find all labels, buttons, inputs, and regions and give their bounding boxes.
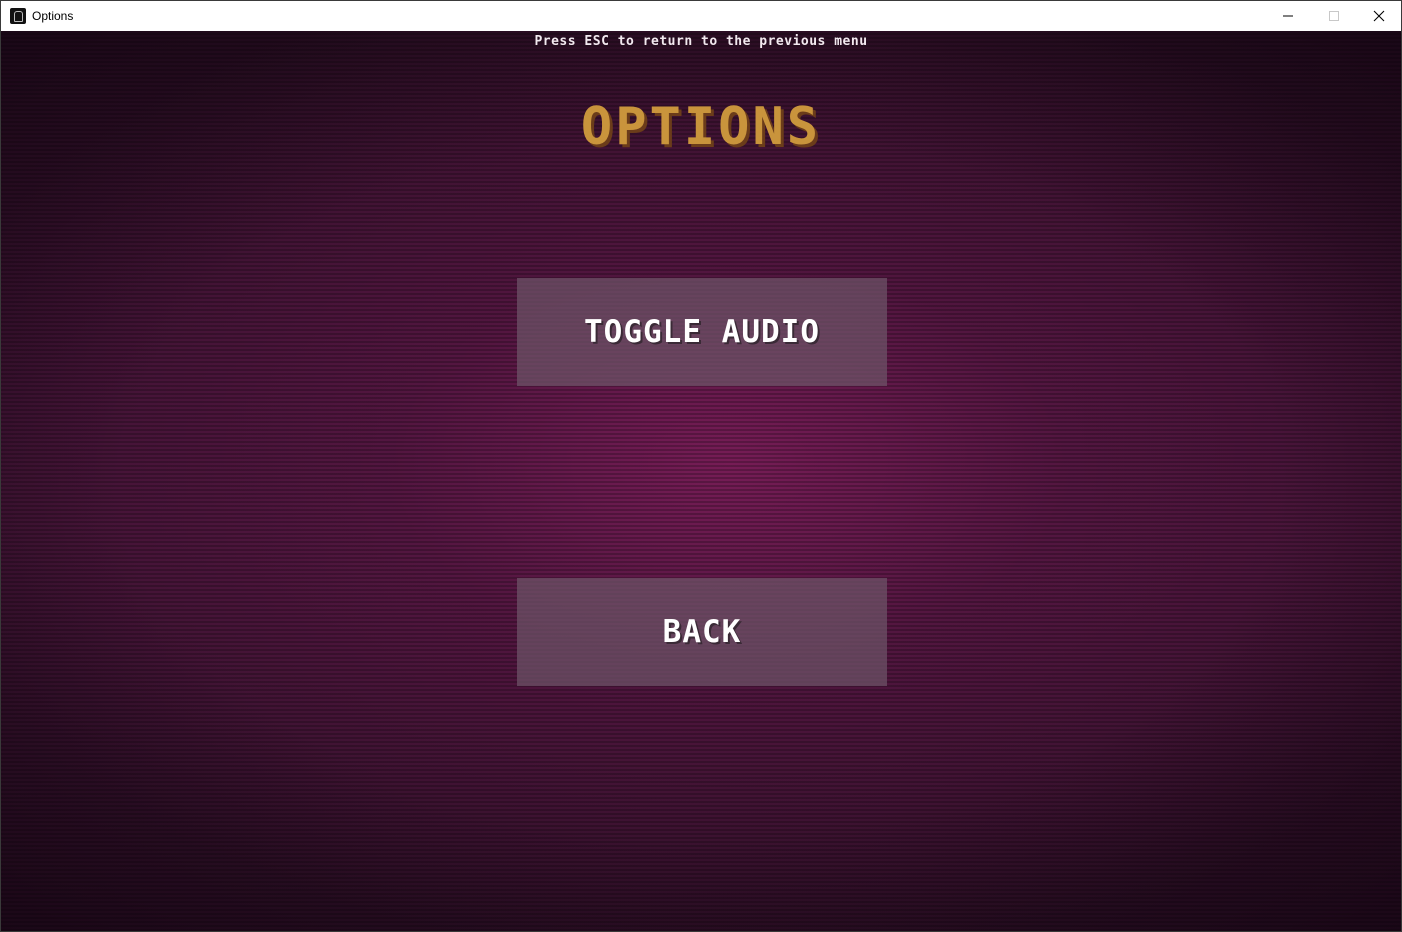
app-icon	[10, 8, 26, 24]
esc-hint: Press ESC to return to the previous menu	[534, 34, 868, 49]
maximize-icon	[1329, 11, 1339, 21]
window-title: Options	[32, 9, 74, 23]
toggle-audio-button[interactable]: TOGGLE AUDIO	[517, 278, 887, 386]
page-title: OPTIONS	[580, 97, 822, 157]
title-bar[interactable]: Options	[1, 1, 1401, 31]
toggle-audio-label: TOGGLE AUDIO	[584, 314, 820, 350]
minimize-icon	[1283, 15, 1293, 17]
back-label: BACK	[662, 614, 742, 650]
close-icon	[1373, 10, 1385, 22]
back-button[interactable]: BACK	[517, 578, 887, 686]
crt-vignette	[1, 31, 1401, 931]
crt-scanlines	[1, 31, 1401, 931]
minimize-button[interactable]	[1265, 1, 1311, 31]
game-window: Options Press ESC to return to the previ…	[0, 0, 1402, 932]
close-button[interactable]	[1356, 1, 1401, 31]
maximize-button[interactable]	[1311, 1, 1357, 31]
game-canvas: Press ESC to return to the previous menu…	[1, 31, 1401, 931]
